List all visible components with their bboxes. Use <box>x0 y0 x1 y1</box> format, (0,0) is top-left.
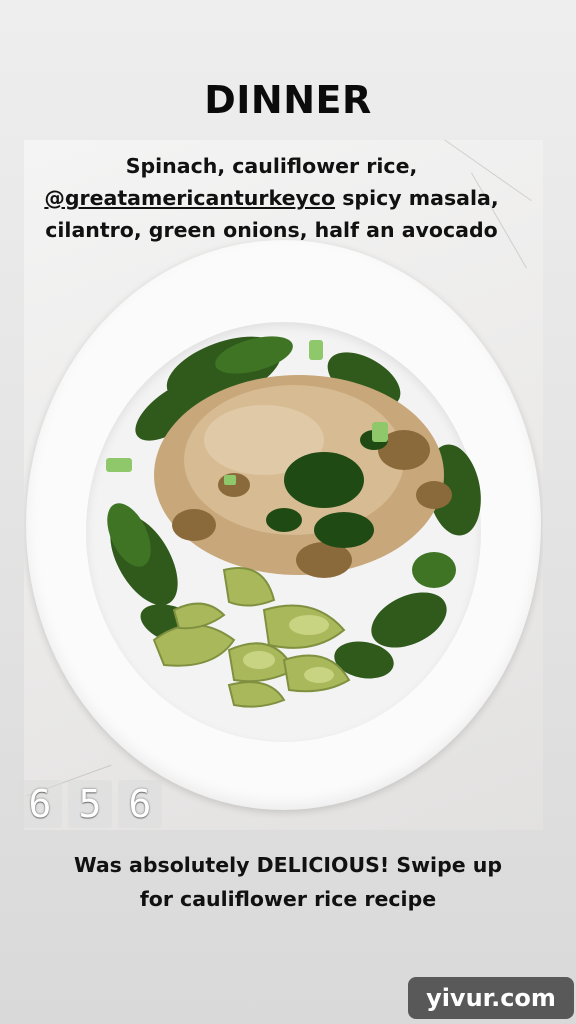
caption-top-line-2-text: spicy masala, <box>335 186 499 210</box>
caption-bottom: Was absolutely DELICIOUS! Swipe up for c… <box>0 848 576 916</box>
caption-top-line-1: Spinach, cauliflower rice, <box>125 154 418 178</box>
caption-top-line-2: @greatamericanturkeyco spicy masala, <box>0 182 543 214</box>
time-digit-minute-tens: 5 <box>68 780 112 828</box>
time-digit-minute-ones: 6 <box>118 780 162 828</box>
mention-link[interactable]: @greatamericanturkeyco <box>44 186 335 210</box>
time-sticker: 6 5 6 <box>18 780 164 830</box>
watermark: yivur.com <box>408 977 574 1019</box>
caption-bottom-line-1: Was absolutely DELICIOUS! Swipe up <box>73 853 503 877</box>
caption-top: Spinach, cauliflower rice, @greatamerica… <box>0 150 543 246</box>
story-title: DINNER <box>204 78 372 122</box>
caption-bottom-line-2: for cauliflower rice recipe <box>139 887 437 911</box>
caption-top-line-3: cilantro, green onions, half an avocado <box>45 218 498 242</box>
time-digit-hour: 6 <box>18 780 62 828</box>
